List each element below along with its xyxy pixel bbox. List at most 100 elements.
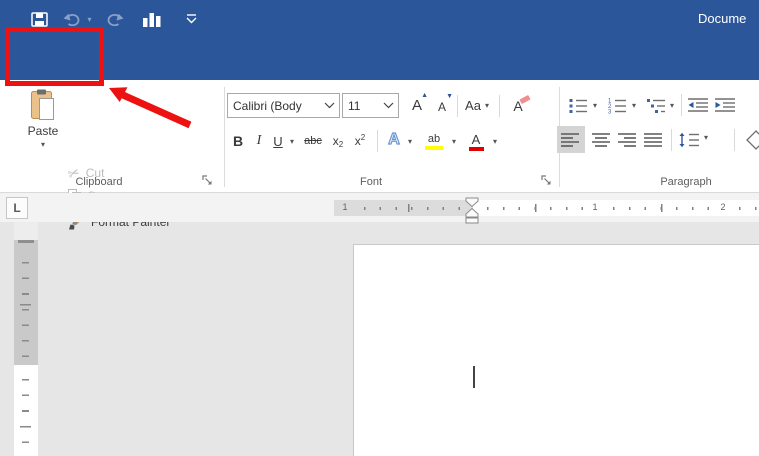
chevron-down-icon <box>383 102 394 109</box>
highlight-button[interactable]: ab <box>420 128 448 154</box>
font-name-value: Calibri (Body <box>233 98 302 113</box>
shrink-arrow-icon: ▼ <box>446 93 453 100</box>
vertical-ruler-margin-segment <box>14 240 38 365</box>
paragraph-group-label: Paragraph <box>660 176 712 188</box>
chart-icon <box>143 12 161 27</box>
font-color-button[interactable]: A <box>464 128 488 154</box>
ribbon-tab-row: Home File Insert Design Layout Reference… <box>0 38 759 118</box>
text-effects-dropdown-caret[interactable]: ▾ <box>405 136 415 148</box>
undo-button[interactable] <box>62 12 84 26</box>
indent-markers[interactable] <box>465 197 479 224</box>
increase-indent-icon <box>715 98 735 112</box>
line-spacing-icon <box>679 132 699 147</box>
vertical-ruler[interactable] <box>14 222 38 456</box>
chevron-down-icon <box>324 102 335 109</box>
align-center-button[interactable] <box>589 126 615 153</box>
bullets-button[interactable] <box>566 94 590 116</box>
align-left-icon <box>561 132 579 147</box>
redo-icon <box>107 13 124 26</box>
grow-arrow-icon: ▲ <box>421 92 428 99</box>
shading-button[interactable] <box>744 126 759 153</box>
horizontal-ruler[interactable]: 1 2 <box>473 200 759 216</box>
font-color-bar <box>468 146 484 151</box>
svg-text:3: 3 <box>608 109 612 114</box>
paste-button[interactable]: Paste ▾ <box>24 86 62 170</box>
redo-button[interactable] <box>103 12 125 26</box>
bullets-dropdown-caret[interactable]: ▾ <box>590 100 600 112</box>
decrease-indent-button[interactable] <box>686 94 710 116</box>
grow-font-button[interactable]: A ▲ <box>405 92 429 118</box>
highlight-dropdown-caret[interactable]: ▾ <box>449 136 459 148</box>
font-dialog-launcher[interactable] <box>540 174 553 187</box>
justify-icon <box>644 132 662 147</box>
title-bar: ▾ Docume <box>0 0 759 38</box>
font-name-combobox[interactable]: Calibri (Body <box>227 93 340 118</box>
increase-indent-button[interactable] <box>713 94 737 116</box>
font-size-value: 11 <box>348 98 361 113</box>
shading-bucket-icon <box>746 129 759 150</box>
vertical-ruler-page-segment <box>14 365 38 456</box>
dialog-launcher-icon <box>541 175 551 185</box>
clipboard-dialog-launcher[interactable] <box>201 174 214 187</box>
font-group-label: Font <box>359 176 383 188</box>
underline-dropdown-caret[interactable]: ▾ <box>287 136 297 148</box>
group-divider <box>224 87 225 187</box>
tab-stop-icon: L <box>13 201 21 215</box>
small-divider <box>499 95 500 117</box>
font-color-dropdown-caret[interactable]: ▾ <box>490 136 500 148</box>
align-left-button[interactable] <box>557 126 585 153</box>
numbering-button[interactable]: 123 <box>605 94 629 116</box>
small-divider <box>734 129 735 151</box>
multilevel-list-icon <box>647 98 665 113</box>
superscript-button[interactable]: x2 <box>350 130 370 152</box>
font-size-combobox[interactable]: 11 <box>342 93 399 118</box>
chart-button[interactable] <box>140 10 164 27</box>
small-divider <box>681 94 682 116</box>
align-right-icon <box>618 132 636 147</box>
document-title: Docume <box>698 11 747 26</box>
shrink-font-button[interactable]: A ▼ <box>431 93 453 118</box>
document-page[interactable] <box>353 244 759 456</box>
dialog-launcher-icon <box>202 175 212 185</box>
multilevel-dropdown-caret[interactable]: ▾ <box>667 100 677 112</box>
subscript-button[interactable]: x2 <box>328 130 348 152</box>
strikethrough-button[interactable]: abc <box>300 131 326 151</box>
bullets-icon <box>569 98 587 113</box>
clear-formatting-button[interactable]: A <box>505 93 531 118</box>
highlight-color-bar <box>425 145 443 150</box>
customize-chevron-icon <box>186 14 197 24</box>
bold-button[interactable]: B <box>229 130 247 152</box>
undo-dropdown-caret[interactable]: ▾ <box>85 15 94 24</box>
word-window: ▾ Docume Home File Insert Design <box>0 0 759 456</box>
save-button[interactable] <box>30 11 48 27</box>
paste-label: Paste <box>27 124 59 138</box>
ruler-number: 1 <box>340 202 350 212</box>
ruler-number: 2 <box>718 202 728 212</box>
align-right-button[interactable] <box>615 126 641 153</box>
customize-quick-access-button[interactable] <box>184 13 199 25</box>
save-icon <box>30 11 48 27</box>
multilevel-list-button[interactable] <box>644 94 668 116</box>
ruler-row: L 1 1 2 <box>0 193 759 224</box>
tab-selector-button[interactable]: L <box>6 197 28 219</box>
align-center-icon <box>592 132 610 147</box>
line-spacing-dropdown-caret[interactable]: ▾ <box>701 132 711 144</box>
numbering-icon: 123 <box>608 98 626 114</box>
decrease-indent-icon <box>688 98 708 112</box>
justify-button[interactable] <box>641 126 667 153</box>
clipboard-group-label: Clipboard <box>75 176 123 188</box>
paste-icon <box>31 89 54 120</box>
italic-button[interactable]: I <box>251 130 267 152</box>
paste-dropdown-caret: ▾ <box>40 140 45 149</box>
ruler-margin-segment[interactable]: 1 <box>334 200 473 216</box>
ribbon: Paste ▾ ✂ Cut Copy Format Painter Clipbo… <box>0 80 759 230</box>
ruler-number: 1 <box>590 202 600 212</box>
small-divider <box>377 130 378 152</box>
line-spacing-button[interactable] <box>676 126 702 153</box>
change-case-button[interactable]: Aa ▾ <box>462 93 492 118</box>
small-divider <box>457 95 458 117</box>
text-effects-button[interactable]: A <box>383 128 405 152</box>
text-effects-icon: A <box>388 130 401 148</box>
underline-button[interactable]: U <box>270 130 286 152</box>
numbering-dropdown-caret[interactable]: ▾ <box>629 100 639 112</box>
